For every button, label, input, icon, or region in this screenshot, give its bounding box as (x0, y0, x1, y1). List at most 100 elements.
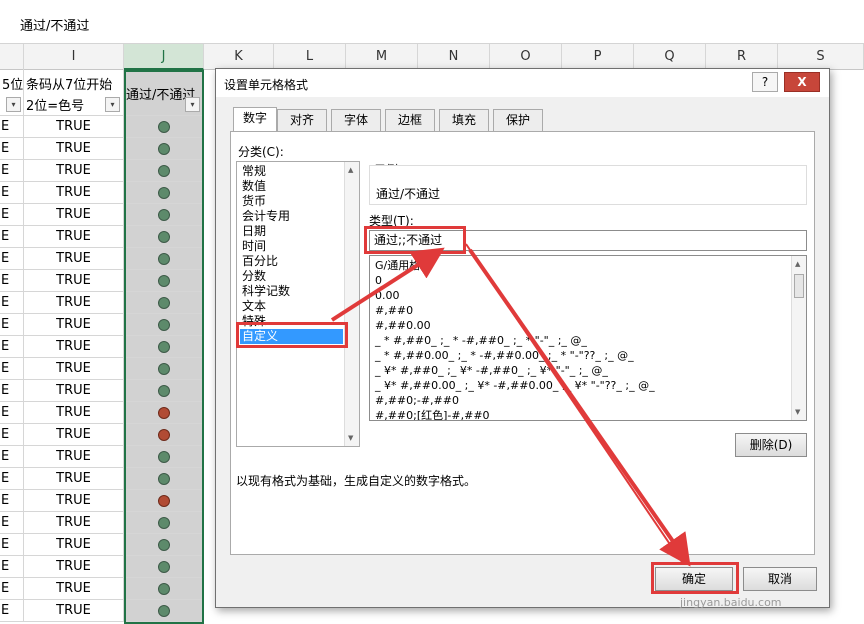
cell-j[interactable] (124, 380, 204, 402)
format-code-item[interactable]: #,##0;[红色]-#,##0 (375, 408, 490, 420)
cell-h[interactable]: E (0, 160, 24, 182)
field-header-i[interactable]: 条码从7位开始 2位=色号 ▾ (24, 70, 124, 116)
cell-i[interactable]: TRUE (24, 160, 124, 182)
cell-i[interactable]: TRUE (24, 534, 124, 556)
cell-i[interactable]: TRUE (24, 358, 124, 380)
cell-h[interactable]: E (0, 292, 24, 314)
cell-h[interactable]: E (0, 512, 24, 534)
cell-j[interactable] (124, 424, 204, 446)
cancel-button[interactable]: 取消 (743, 567, 817, 591)
cell-j[interactable] (124, 116, 204, 138)
scroll-thumb[interactable] (794, 274, 804, 298)
cell-j[interactable] (124, 182, 204, 204)
category-item[interactable]: 分数 (242, 269, 266, 284)
cell-h[interactable]: E (0, 380, 24, 402)
cell-i[interactable]: TRUE (24, 204, 124, 226)
cell-j[interactable] (124, 248, 204, 270)
filter-dropdown-icon[interactable]: ▾ (6, 97, 21, 112)
column-header-k[interactable]: K (204, 44, 274, 70)
cell-j[interactable] (124, 600, 204, 622)
cell-h[interactable]: E (0, 556, 24, 578)
format-code-item[interactable]: #,##0;-#,##0 (375, 393, 459, 408)
column-header-o[interactable]: O (490, 44, 562, 70)
category-item[interactable]: 自定义 (240, 329, 343, 344)
format-code-item[interactable]: _ ¥* #,##0_ ;_ ¥* -#,##0_ ;_ ¥* "-"_ ;_ … (375, 363, 608, 378)
column-header-n[interactable]: N (418, 44, 490, 70)
filter-dropdown-icon[interactable]: ▾ (105, 97, 120, 112)
cell-j[interactable] (124, 490, 204, 512)
cell-i[interactable]: TRUE (24, 270, 124, 292)
cell-j[interactable] (124, 336, 204, 358)
tab-font[interactable]: 字体 (331, 109, 381, 131)
cell-h[interactable]: E (0, 490, 24, 512)
formula-bar-value[interactable]: 通过/不通过 (20, 15, 89, 34)
column-header-l[interactable]: L (274, 44, 346, 70)
cell-j[interactable] (124, 138, 204, 160)
format-code-item[interactable]: G/通用格式 (375, 258, 431, 273)
cell-h[interactable]: E (0, 600, 24, 622)
close-icon[interactable]: X (784, 72, 820, 92)
column-header-m[interactable]: M (346, 44, 418, 70)
format-list-scrollbar[interactable]: ▲ ▼ (791, 256, 806, 420)
tab-alignment[interactable]: 对齐 (277, 109, 327, 131)
category-scrollbar[interactable]: ▲ ▼ (344, 162, 359, 446)
category-item[interactable]: 会计专用 (242, 209, 290, 224)
cell-h[interactable]: E (0, 446, 24, 468)
cell-i[interactable]: TRUE (24, 116, 124, 138)
format-code-item[interactable]: 0 (375, 273, 382, 288)
category-item[interactable]: 常规 (242, 164, 266, 179)
cell-i[interactable]: TRUE (24, 402, 124, 424)
cell-i[interactable]: TRUE (24, 138, 124, 160)
column-header-j[interactable]: J (124, 44, 204, 70)
formula-bar[interactable]: 通过/不通过 (0, 0, 864, 44)
cell-h[interactable]: E (0, 270, 24, 292)
cell-j[interactable] (124, 226, 204, 248)
cell-j[interactable] (124, 512, 204, 534)
cell-j[interactable] (124, 534, 204, 556)
filter-dropdown-icon[interactable]: ▾ (185, 97, 200, 112)
help-button[interactable]: ? (752, 72, 778, 92)
format-code-item[interactable]: 0.00 (375, 288, 400, 303)
dialog-titlebar[interactable]: 设置单元格格式 ? X (216, 69, 829, 97)
cell-j[interactable] (124, 556, 204, 578)
cell-j[interactable] (124, 204, 204, 226)
column-header-h[interactable] (0, 44, 24, 70)
cell-h[interactable]: E (0, 182, 24, 204)
type-input[interactable]: 通过;;不通过 (369, 230, 807, 251)
field-header-h[interactable]: 5位 ▾ (0, 70, 24, 116)
format-code-item[interactable]: _ * #,##0_ ;_ * -#,##0_ ;_ * "-"_ ;_ @_ (375, 333, 587, 348)
cell-i[interactable]: TRUE (24, 446, 124, 468)
tab-number[interactable]: 数字 (233, 107, 277, 132)
category-item[interactable]: 日期 (242, 224, 266, 239)
column-header-s[interactable]: S (778, 44, 864, 70)
cell-i[interactable]: TRUE (24, 424, 124, 446)
column-header-i[interactable]: I (24, 44, 124, 70)
scroll-up-icon[interactable]: ▲ (795, 260, 800, 268)
format-code-item[interactable]: _ * #,##0.00_ ;_ * -#,##0.00_ ;_ * "-"??… (375, 348, 634, 363)
cell-h[interactable]: E (0, 116, 24, 138)
field-header-j[interactable]: 通过/不通过 ▾ (124, 70, 204, 116)
cell-i[interactable]: TRUE (24, 336, 124, 358)
cell-i[interactable]: TRUE (24, 292, 124, 314)
cell-j[interactable] (124, 160, 204, 182)
cell-i[interactable]: TRUE (24, 512, 124, 534)
cell-h[interactable]: E (0, 336, 24, 358)
format-code-list[interactable]: G/通用格式 0 0.00 #,##0 #,##0.00 _ * #,##0_ ;_ * … (369, 255, 807, 421)
cell-i[interactable]: TRUE (24, 248, 124, 270)
tab-protection[interactable]: 保护 (493, 109, 543, 131)
cell-j[interactable] (124, 292, 204, 314)
category-item[interactable]: 时间 (242, 239, 266, 254)
cell-i[interactable]: TRUE (24, 490, 124, 512)
cell-h[interactable]: E (0, 534, 24, 556)
tab-border[interactable]: 边框 (385, 109, 435, 131)
cell-h[interactable]: E (0, 358, 24, 380)
category-item[interactable]: 货币 (242, 194, 266, 209)
tab-fill[interactable]: 填充 (439, 109, 489, 131)
cell-j[interactable] (124, 578, 204, 600)
column-header-q[interactable]: Q (634, 44, 706, 70)
cell-j[interactable] (124, 402, 204, 424)
format-code-item[interactable]: _ ¥* #,##0.00_ ;_ ¥* -#,##0.00_ ;_ ¥* "-… (375, 378, 655, 393)
cell-j[interactable] (124, 314, 204, 336)
scroll-down-icon[interactable]: ▼ (348, 434, 353, 442)
cell-i[interactable]: TRUE (24, 578, 124, 600)
